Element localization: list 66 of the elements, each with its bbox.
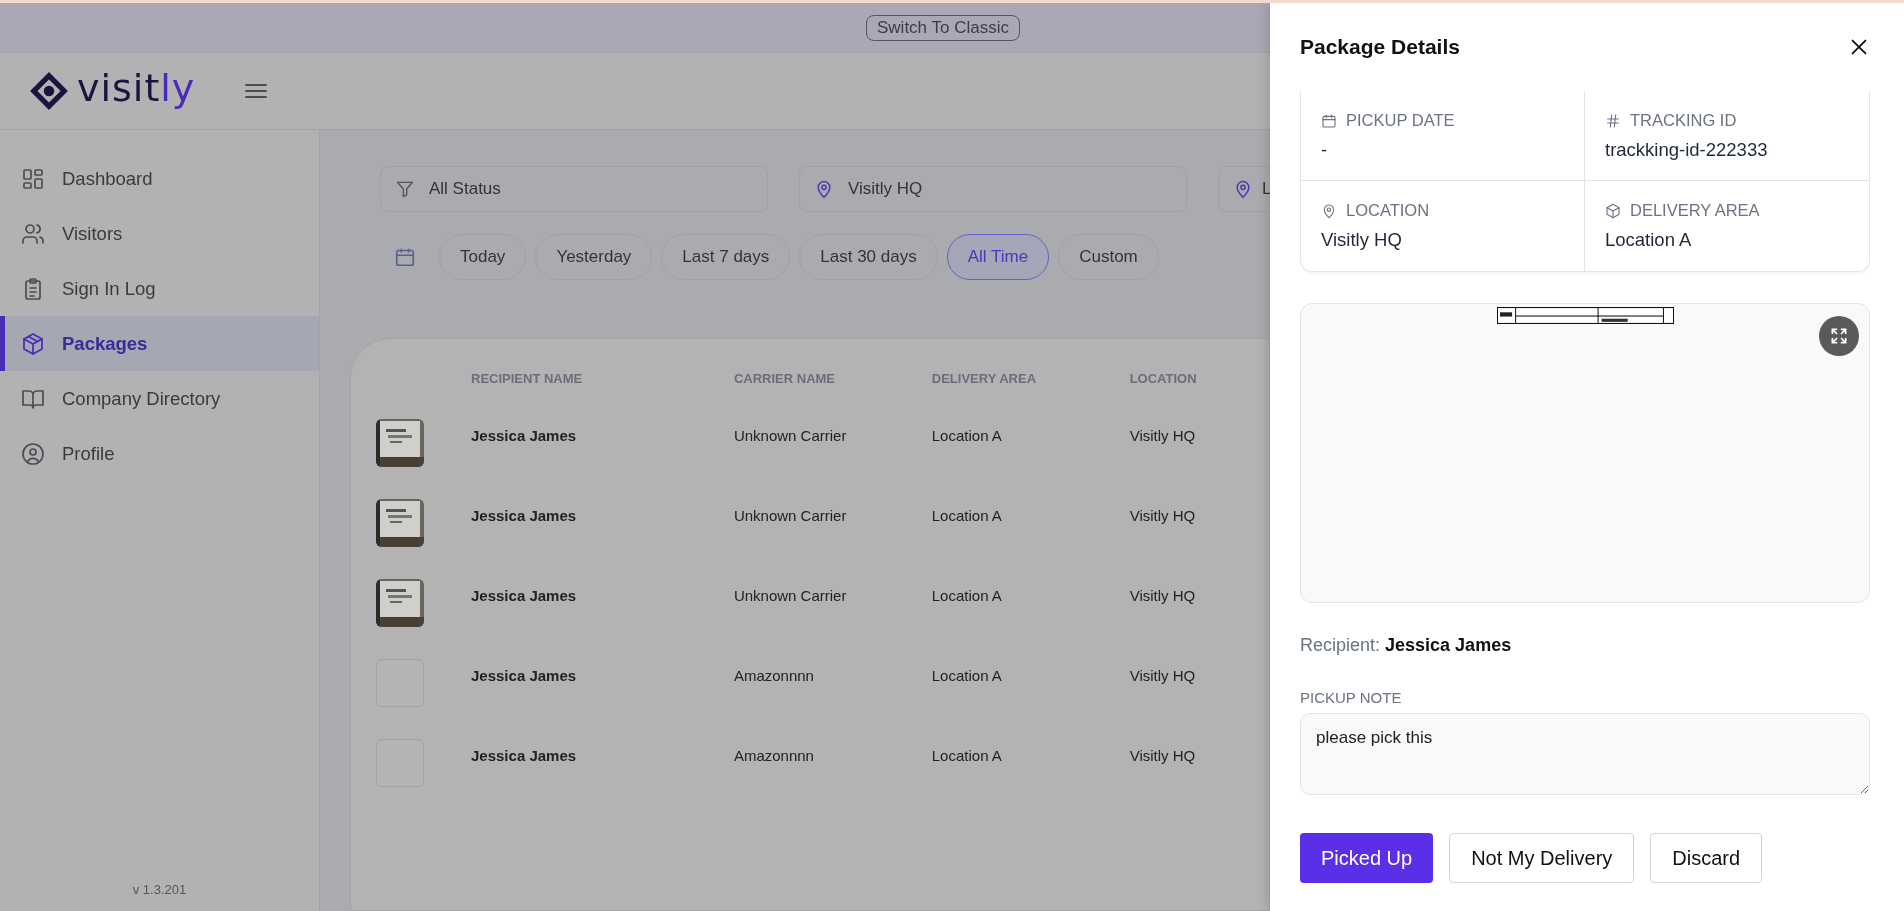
table-cell-text: Visitly HQ <box>1129 746 1197 764</box>
table-cell-text: Visitly HQ <box>1129 586 1197 604</box>
table-cell-text: Visitly HQ <box>1129 666 1197 684</box>
table-cell-text: Jessica James <box>471 746 578 764</box>
filter-icon <box>395 179 415 199</box>
date-range-chip[interactable]: All Time <box>946 234 1050 280</box>
sidebar-item[interactable]: Dashboard <box>0 151 319 206</box>
box-icon <box>1605 202 1621 219</box>
detail-value: Location A <box>1605 229 1693 251</box>
column-header: LOCATION <box>1129 370 1198 386</box>
table-cell-text: Amazonnnn <box>733 666 815 684</box>
sidebar-item[interactable]: Packages <box>0 316 319 371</box>
expand-button[interactable] <box>1819 316 1859 356</box>
detail-label: DELIVERY AREA <box>1630 201 1760 220</box>
column-header: CARRIER NAME <box>733 370 837 386</box>
column-header: DELIVERY AREA <box>931 370 1038 386</box>
sidebar-item[interactable]: Sign In Log <box>0 261 319 316</box>
filter-field[interactable]: Visitly HQ <box>799 166 1187 212</box>
table-cell-text: Jessica James <box>471 666 578 684</box>
drawer-title: Package Details <box>1300 35 1460 59</box>
switch-to-classic-button[interactable]: Switch To Classic <box>866 14 1020 41</box>
calendar-icon <box>1321 112 1337 129</box>
table-cell-text: Unknown Carrier <box>733 426 848 444</box>
location-pin-icon <box>1233 179 1253 199</box>
users-icon <box>21 221 45 246</box>
pickup-note-label: PICKUP NOTE <box>1300 689 1403 706</box>
action-button[interactable]: Not My Delivery <box>1449 833 1635 883</box>
detail-label: TRACKING ID <box>1630 111 1737 130</box>
sidebar-item[interactable]: Company Directory <box>0 371 319 426</box>
table-cell-text: Jessica James <box>471 506 578 524</box>
table-cell-text: Unknown Carrier <box>733 506 848 524</box>
table-cell-text: Visitly HQ <box>1129 506 1197 524</box>
table-cell-text: Location A <box>931 586 1003 604</box>
detail-value: trackking-id-222333 <box>1605 139 1769 161</box>
table-cell-text: Visitly HQ <box>1129 426 1197 444</box>
action-button[interactable]: Discard <box>1650 833 1763 883</box>
grid-icon <box>21 166 45 191</box>
detail-label: PICKUP DATE <box>1346 111 1455 130</box>
detail-label: LOCATION <box>1346 201 1430 220</box>
table-cell-text: Location A <box>931 746 1003 764</box>
version-text: v 1.3.201 <box>131 882 188 897</box>
detail-value: - <box>1321 139 1329 161</box>
column-header: RECIPIENT NAME <box>471 370 584 386</box>
detail-value: Visitly HQ <box>1321 229 1403 251</box>
sidebar-item[interactable]: Profile <box>0 426 319 481</box>
table-cell-text: Amazonnnn <box>733 746 815 764</box>
recipient-text: Recipient: Jessica James <box>1300 635 1513 656</box>
table-cell-text: Jessica James <box>471 426 578 444</box>
table-cell-text: Unknown Carrier <box>733 586 848 604</box>
table-cell-text: Jessica James <box>471 586 578 604</box>
pickup-note-field[interactable]: please pick this <box>1300 713 1870 795</box>
hash-icon <box>1605 112 1621 129</box>
table-cell-text: Location A <box>931 426 1003 444</box>
action-button[interactable]: Picked Up <box>1300 833 1434 883</box>
calendar-icon <box>394 246 416 268</box>
sidebar-item[interactable]: Visitors <box>0 206 319 261</box>
user-circle-icon <box>21 441 45 466</box>
expand-icon <box>1829 326 1849 346</box>
logo-text: visitly <box>77 69 196 112</box>
table-cell-text: Location A <box>931 666 1003 684</box>
location-pin-icon <box>814 179 834 199</box>
location-pin-icon <box>1321 202 1337 219</box>
table-cell-text: Location A <box>931 506 1003 524</box>
box-icon <box>21 331 45 356</box>
menu-icon[interactable] <box>245 83 268 99</box>
filter-field[interactable]: All Status <box>380 166 768 212</box>
